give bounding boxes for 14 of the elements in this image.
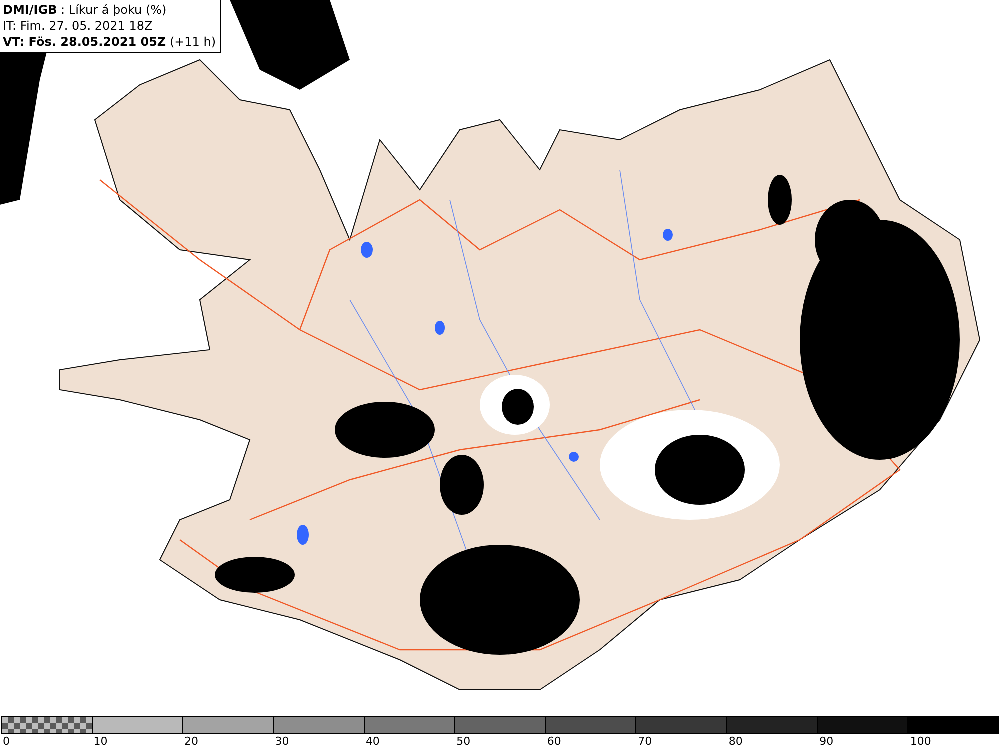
scale-label: 80 — [728, 735, 743, 748]
scale-label: 90 — [820, 735, 834, 748]
info-line: DMI/IGB : Líkur á þoku (%) — [3, 2, 168, 18]
scale-label: 100 — [910, 735, 932, 748]
scale-label: 20 — [184, 735, 198, 748]
info-line: IT: Fim. 27. 05. 2021 18Z — [3, 18, 154, 34]
info-line: VT: Fös. 28.05.2021 05Z (+11 h) — [3, 34, 216, 50]
scale-label: 0 — [3, 735, 10, 748]
scale-label: 70 — [638, 735, 652, 748]
scale-label: 50 — [456, 735, 471, 748]
scale-label: 60 — [547, 735, 562, 748]
scale-label: 10 — [94, 735, 108, 748]
scale-label: 30 — [275, 735, 290, 748]
scale-label: 40 — [366, 735, 380, 748]
